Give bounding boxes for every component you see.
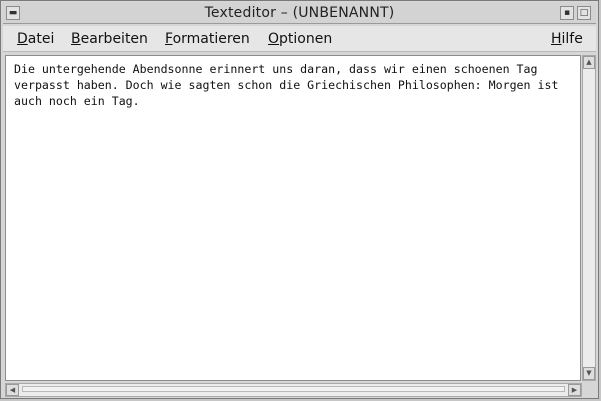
arrow-left-icon: ◀ <box>9 386 16 394</box>
menu-bearbeiten[interactable]: Bearbeiten <box>71 31 148 47</box>
texteditor-window: ▬ Texteditor – (UNBENANNT) ▪ □ Datei Bea… <box>0 0 599 399</box>
vertical-scrollbar[interactable]: ▲ ▼ <box>582 55 596 381</box>
horizontal-scrollbar[interactable]: ◀ ▶ <box>5 383 582 397</box>
menu-formatieren-mnemonic: F <box>165 31 173 47</box>
editor-content[interactable]: Die untergehende Abendsonne erinnert uns… <box>14 61 574 109</box>
menu-bearbeiten-mnemonic: B <box>71 31 81 47</box>
menu-hilfe-mnemonic: H <box>551 31 562 47</box>
horizontal-scroll-track[interactable] <box>22 386 565 392</box>
title-bar[interactable]: ▬ Texteditor – (UNBENANNT) ▪ □ <box>3 3 596 24</box>
menu-datei-label: atei <box>27 31 55 47</box>
scroll-left-button[interactable]: ◀ <box>6 384 19 396</box>
arrow-down-icon: ▼ <box>586 369 592 377</box>
maximize-button[interactable]: □ <box>577 6 591 20</box>
menu-hilfe-label: ilfe <box>561 31 583 47</box>
menu-optionen[interactable]: Optionen <box>268 31 332 47</box>
scroll-up-button[interactable]: ▲ <box>583 56 595 69</box>
menu-bearbeiten-label: earbeiten <box>80 31 148 47</box>
menu-optionen-mnemonic: O <box>268 31 280 47</box>
scroll-right-button[interactable]: ▶ <box>568 384 581 396</box>
menu-bar: Datei Bearbeiten Formatieren Optionen Hi… <box>3 26 596 52</box>
menu-hilfe[interactable]: Hilfe <box>551 31 583 47</box>
maximize-icon: □ <box>579 8 589 18</box>
minimize-button[interactable]: ▪ <box>560 6 574 20</box>
menu-optionen-label: ptionen <box>279 31 333 47</box>
minimize-icon: ▪ <box>563 8 571 18</box>
scroll-down-button[interactable]: ▼ <box>583 367 595 380</box>
arrow-right-icon: ▶ <box>571 386 578 394</box>
arrow-up-icon: ▲ <box>586 58 592 66</box>
menu-formatieren[interactable]: Formatieren <box>165 31 250 47</box>
menu-datei-mnemonic: D <box>17 31 28 47</box>
text-editor-area[interactable]: Die untergehende Abendsonne erinnert uns… <box>5 55 581 381</box>
menu-datei[interactable]: Datei <box>17 31 54 47</box>
window-title: Texteditor – (UNBENANNT) <box>204 5 395 21</box>
menu-formatieren-label: ormatieren <box>172 31 250 47</box>
